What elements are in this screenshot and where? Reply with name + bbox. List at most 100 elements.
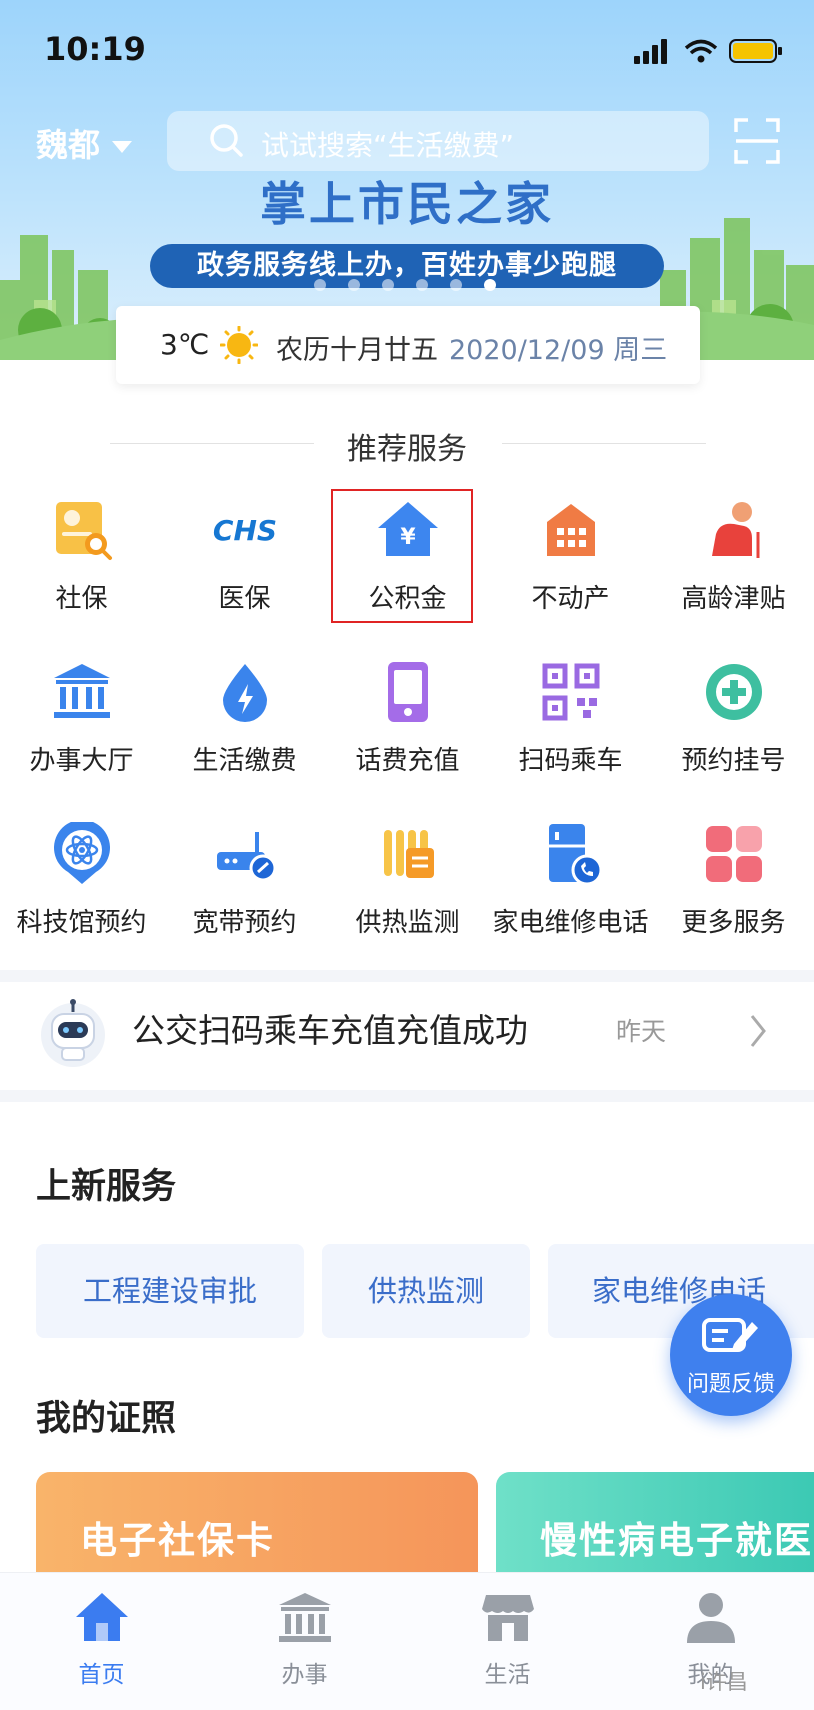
status-time: 10:19 bbox=[44, 30, 146, 68]
banner-dot[interactable] bbox=[382, 279, 394, 291]
appliance-repair-icon bbox=[549, 824, 603, 886]
search-icon bbox=[210, 124, 243, 157]
search-input[interactable]: 试试搜索“生活缴费” bbox=[167, 111, 709, 171]
certificate-title: 慢性病电子就医 bbox=[540, 1519, 813, 1562]
service-real-estate[interactable]: 不动产 bbox=[489, 490, 652, 640]
certificate-card-social-security[interactable]: 电子社保卡 bbox=[36, 1472, 478, 1572]
service-label: 社保 bbox=[55, 584, 108, 614]
certificate-title: 电子社保卡 bbox=[80, 1519, 275, 1562]
qr-code-icon bbox=[542, 663, 600, 721]
temperature: 3℃ bbox=[160, 328, 210, 361]
watermark: i许昌 bbox=[700, 1670, 748, 1694]
feedback-label: 问题反馈 bbox=[686, 1372, 775, 1397]
elderly-allowance-icon bbox=[712, 502, 760, 558]
government-hall-icon bbox=[54, 664, 110, 718]
medical-appointment-icon bbox=[706, 664, 762, 720]
lunar-date: 农历十月廿五 bbox=[276, 335, 438, 366]
new-service-chip[interactable]: 工程建设审批 bbox=[36, 1244, 304, 1338]
real-estate-building-icon bbox=[547, 504, 595, 556]
sun-icon bbox=[220, 326, 258, 364]
service-utility-payment[interactable]: 生活缴费 bbox=[163, 652, 326, 802]
service-label: 医保 bbox=[218, 584, 271, 614]
banner-dot-active[interactable] bbox=[484, 279, 496, 291]
service-label: 生活缴费 bbox=[192, 746, 297, 776]
chevron-right-icon bbox=[750, 1015, 766, 1047]
service-heating-monitor[interactable]: 供热监测 bbox=[326, 814, 489, 964]
feedback-button[interactable]: 问题反馈 bbox=[670, 1294, 792, 1416]
certificate-card-chronic-disease[interactable]: 慢性病电子就医 bbox=[496, 1472, 814, 1572]
service-qr-ride[interactable]: 扫码乘车 bbox=[489, 652, 652, 802]
tab-services[interactable]: 办事 bbox=[203, 1589, 406, 1699]
service-label: 家电维修电话 bbox=[492, 908, 649, 938]
broadband-router-icon bbox=[217, 832, 277, 882]
tab-label: 办事 bbox=[281, 1662, 328, 1688]
service-label: 更多服务 bbox=[681, 908, 786, 938]
recommended-title: 推荐服务 bbox=[347, 432, 467, 467]
service-label: 预约挂号 bbox=[681, 746, 786, 776]
app-screen: 10:19 魏都 试试搜索“生活缴费” 掌上市民之家 政务服务线上办，百姓办事少… bbox=[0, 0, 814, 1710]
social-security-card-icon bbox=[56, 502, 112, 560]
service-elderly-allowance[interactable]: 高龄津贴 bbox=[652, 490, 814, 640]
top-bar: 魏都 试试搜索“生活缴费” bbox=[0, 108, 814, 174]
service-broadband[interactable]: 宽带预约 bbox=[163, 814, 326, 964]
store-icon bbox=[482, 1595, 534, 1641]
service-phone-recharge[interactable]: 话费充值 bbox=[326, 652, 489, 802]
home-icon bbox=[76, 1593, 128, 1641]
service-label: 宽带预约 bbox=[192, 908, 297, 938]
service-label: 科技馆预约 bbox=[16, 908, 147, 938]
tab-label: 生活 bbox=[484, 1662, 531, 1688]
edit-feedback-icon bbox=[702, 1318, 758, 1352]
recommended-header: 推荐服务 bbox=[0, 418, 814, 468]
my-certificates-title: 我的证照 bbox=[36, 1399, 177, 1439]
service-medical-insurance[interactable]: CHS 医保 bbox=[163, 490, 326, 640]
banner-dot[interactable] bbox=[416, 279, 428, 291]
highlight-box bbox=[331, 489, 473, 623]
banner-dot[interactable] bbox=[450, 279, 462, 291]
banner-dot[interactable] bbox=[314, 279, 326, 291]
tab-life[interactable]: 生活 bbox=[406, 1589, 609, 1699]
service-social-security[interactable]: 社保 bbox=[0, 490, 163, 640]
weather-card[interactable]: 3℃ 农历十月廿五 2020/12/09 周三 bbox=[116, 306, 700, 384]
service-label: 不动产 bbox=[531, 584, 610, 614]
phone-recharge-icon bbox=[388, 662, 428, 722]
notification-message: 公交扫码乘车充值充值成功 bbox=[132, 1011, 528, 1050]
bottom-tab-bar: 首页 办事 生活 我的 bbox=[0, 1572, 814, 1710]
government-building-icon bbox=[279, 1593, 331, 1642]
banner-title: 掌上市民之家 bbox=[260, 177, 554, 231]
service-label: 高龄津贴 bbox=[681, 584, 786, 614]
service-medical-appointment[interactable]: 预约挂号 bbox=[652, 652, 814, 802]
user-profile-icon bbox=[687, 1593, 735, 1643]
heating-radiator-icon bbox=[384, 830, 434, 878]
service-appliance-repair[interactable]: 家电维修电话 bbox=[489, 814, 652, 964]
search-placeholder: 试试搜索“生活缴费” bbox=[261, 129, 515, 162]
chevron-down-icon bbox=[112, 141, 133, 153]
section-separator bbox=[0, 1090, 814, 1102]
service-label: 扫码乘车 bbox=[518, 746, 623, 776]
gregorian-date: 2020/12/09 周三 bbox=[449, 335, 668, 366]
service-label: 办事大厅 bbox=[29, 746, 134, 776]
robot-assistant-icon bbox=[41, 999, 105, 1067]
city-selector[interactable]: 魏都 bbox=[36, 120, 133, 166]
service-label: 话费充值 bbox=[355, 746, 460, 776]
svg-text:CHS: CHS bbox=[213, 514, 277, 547]
banner-pagination bbox=[314, 276, 518, 291]
banner-dot[interactable] bbox=[348, 279, 360, 291]
utility-payment-icon bbox=[223, 664, 267, 722]
status-indicators-icon bbox=[634, 39, 782, 64]
tab-home[interactable]: 首页 bbox=[0, 1589, 203, 1699]
more-services-grid-icon bbox=[706, 826, 762, 882]
service-science-museum[interactable]: 科技馆预约 bbox=[0, 814, 163, 964]
service-government-hall[interactable]: 办事大厅 bbox=[0, 652, 163, 802]
science-museum-icon bbox=[54, 822, 110, 884]
section-separator bbox=[0, 970, 814, 982]
notification-bar[interactable]: 公交扫码乘车充值充值成功 昨天 bbox=[0, 982, 814, 1080]
notification-time: 昨天 bbox=[616, 1017, 667, 1046]
city-name: 魏都 bbox=[36, 126, 101, 164]
status-bar: 10:19 bbox=[0, 0, 814, 100]
new-service-chip[interactable]: 供热监测 bbox=[322, 1244, 530, 1338]
tab-label: 首页 bbox=[78, 1662, 125, 1688]
service-label: 供热监测 bbox=[355, 908, 460, 938]
service-more[interactable]: 更多服务 bbox=[652, 814, 814, 964]
scan-icon[interactable] bbox=[734, 118, 780, 164]
new-services-title: 上新服务 bbox=[36, 1167, 177, 1207]
